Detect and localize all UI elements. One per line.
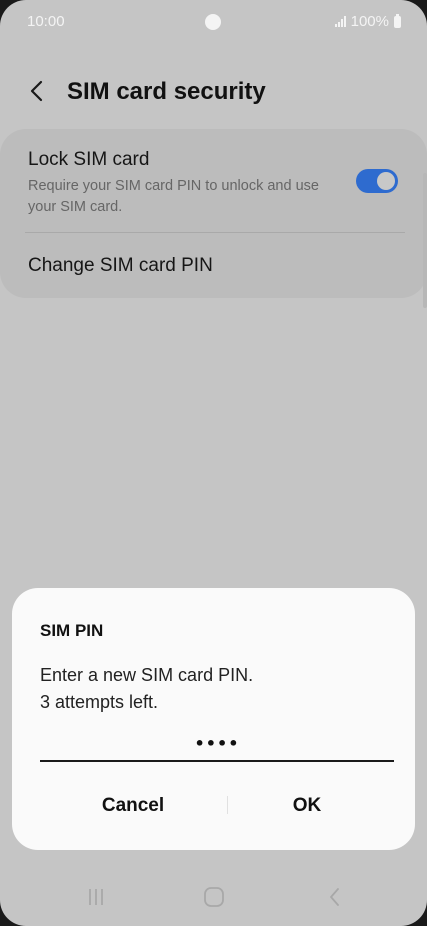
change-sim-card-pin-row[interactable]: Change SIM card PIN [0,233,427,298]
dialog-message-line: Enter a new SIM card PIN. [40,665,254,685]
toggle-knob [377,172,395,190]
app-header: SIM card security [0,70,427,114]
back-icon [330,888,339,906]
back-button[interactable] [22,76,52,106]
back-nav-button[interactable] [315,882,355,912]
lock-sim-card-row[interactable]: Lock SIM card Require your SIM card PIN … [0,129,427,232]
recents-icon [89,889,103,905]
home-icon [204,887,224,907]
battery-percentage: 100% [350,13,389,30]
status-icons: 100% [334,13,401,30]
home-button[interactable] [194,882,234,912]
status-bar: 10:00 100% [0,0,427,44]
scrollbar[interactable] [423,173,427,308]
dialog-message-attempts: 3 attempts left. [40,692,159,712]
battery-icon [394,13,401,28]
ok-button[interactable]: OK [222,786,392,826]
chevron-left-icon [30,80,43,102]
status-time: 10:00 [27,13,65,30]
lock-sim-card-description: Require your SIM card PIN to unlock and … [28,178,319,215]
cancel-button[interactable]: Cancel [48,786,218,826]
page-title: SIM card security [67,78,266,105]
navigation-bar [0,870,427,926]
lock-sim-card-toggle[interactable] [356,169,398,193]
settings-card: Lock SIM card Require your SIM card PIN … [0,129,427,298]
pin-input[interactable] [40,726,394,762]
sim-pin-dialog: SIM PIN Enter a new SIM card PIN. 3 atte… [12,588,415,850]
recents-button[interactable] [76,882,116,912]
phone-screen: 10:00 100% SIM card security Lock SIM ca… [0,0,427,926]
dialog-title: SIM PIN [40,621,104,640]
lock-sim-card-title: Lock SIM card [28,149,150,170]
change-sim-card-pin-label: Change SIM card PIN [28,255,213,276]
dialog-message: Enter a new SIM card PIN. 3 attempts lef… [40,662,253,716]
signal-icon [334,16,346,27]
front-camera [205,14,221,30]
